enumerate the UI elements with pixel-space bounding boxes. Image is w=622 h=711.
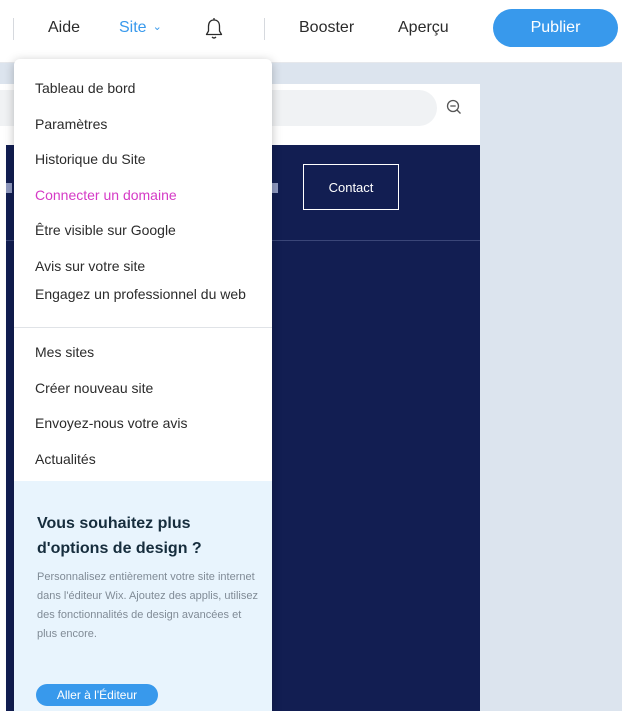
menu-divider [14,327,272,328]
bell-icon[interactable] [203,17,225,41]
promo-title: Vous souhaitez plus d'options de design … [37,515,202,557]
topbar-divider [13,18,14,40]
menu-item-site-history[interactable]: Historique du Site [35,151,260,168]
site-dropdown-menu: Tableau de bord Paramètres Historique du… [14,59,272,711]
help-menu[interactable]: Aide [48,19,80,37]
menu-item-settings[interactable]: Paramètres [35,116,260,133]
menu-item-hire-professional[interactable]: Engagez un professionnel du web [35,286,260,303]
menu-item-my-sites[interactable]: Mes sites [35,344,260,361]
menu-item-send-feedback[interactable]: Envoyez-nous votre avis [35,415,260,432]
top-bar: Aide Site ⌄ Booster Aperçu Publier [0,0,622,63]
site-nav-fragment [6,183,12,193]
topbar-divider [264,18,265,40]
menu-item-connect-domain[interactable]: Connecter un domaine [35,187,260,204]
publish-button[interactable]: Publier [493,9,618,47]
promo-description: Personnalisez entièrement votre site int… [37,571,258,640]
preview-button[interactable]: Aperçu [398,19,449,37]
zoom-out-icon[interactable] [446,99,462,115]
site-nav-fragment [272,183,278,193]
menu-item-google-visibility[interactable]: Être visible sur Google [35,222,260,239]
site-menu[interactable]: Site ⌄ [119,19,162,37]
editor-promo-panel: Vous souhaitez plus d'options de design … [14,481,272,711]
menu-item-dashboard[interactable]: Tableau de bord [35,80,260,97]
go-to-editor-button[interactable]: Aller à l'Éditeur [36,684,158,706]
menu-item-site-review[interactable]: Avis sur votre site [35,258,260,275]
site-contact-button[interactable]: Contact [303,164,399,210]
menu-item-news[interactable]: Actualités [35,451,260,468]
boost-button[interactable]: Booster [299,19,354,37]
chevron-down-icon: ⌄ [152,21,162,33]
site-menu-label: Site [119,19,147,36]
menu-item-create-site[interactable]: Créer nouveau site [35,380,260,397]
